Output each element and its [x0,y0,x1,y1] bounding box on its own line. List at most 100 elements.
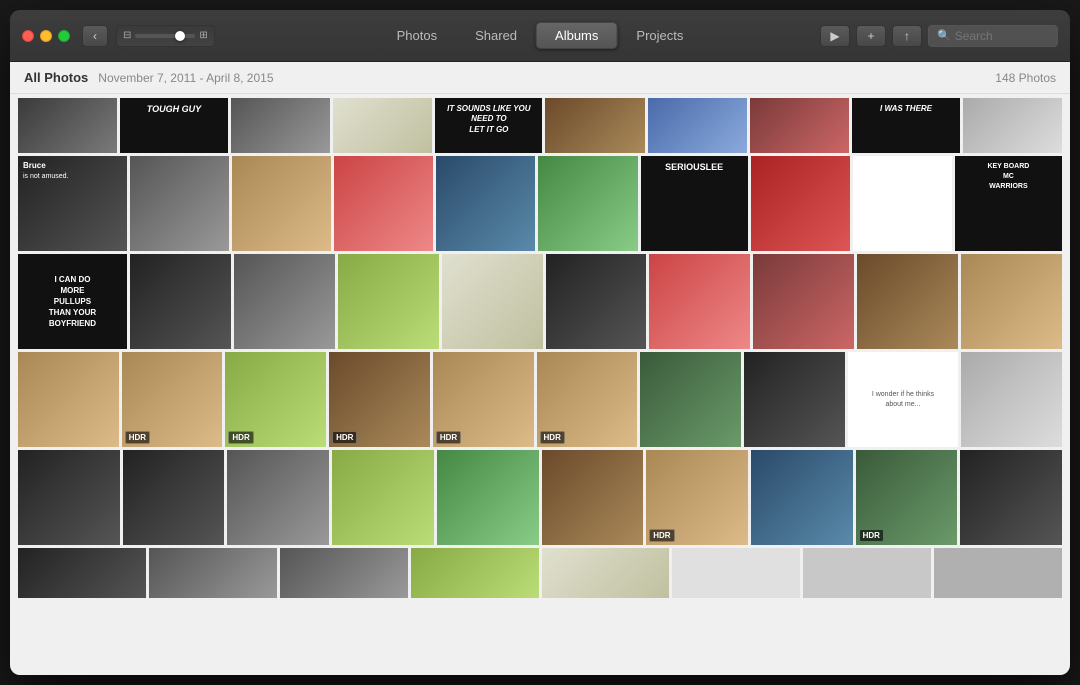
photo-row [18,548,1062,598]
search-input[interactable] [955,29,1049,43]
photo-thumb[interactable] [232,156,331,251]
minimize-button[interactable] [40,30,52,42]
photo-thumb[interactable] [280,548,408,598]
hdr-badge: HDR [125,431,150,444]
hdr-badge: HDR [332,431,357,444]
photo-thumb[interactable] [961,254,1062,349]
photo-thumb[interactable] [442,254,543,349]
photo-thumb[interactable]: KEY BOARDMCWARRIORS [955,156,1062,251]
play-button[interactable]: ▶ [820,25,850,47]
photo-thumb[interactable] [436,156,535,251]
photo-thumb[interactable] [18,98,117,153]
photo-thumb[interactable]: HDR [537,352,638,447]
photo-thumb[interactable]: HDR [433,352,534,447]
photo-thumb[interactable] [640,352,741,447]
photo-thumb[interactable] [18,352,119,447]
photo-thumb[interactable] [231,98,330,153]
play-icon: ▶ [830,29,839,43]
photo-thumb[interactable]: HDR [646,450,748,545]
photo-thumb[interactable] [934,548,1062,598]
share-button[interactable]: ↑ [892,25,922,47]
photo-thumb[interactable]: I WAS THERE [852,98,959,153]
photo-thumb[interactable] [803,548,931,598]
hdr-badge: HDR [540,431,565,444]
photo-row: Bruceis not amused. SERIOUSLEE KEY BOARD… [18,156,1062,251]
breadcrumb-bar: All Photos November 7, 2011 - April 8, 2… [10,62,1070,94]
zoom-slider-area[interactable]: ⊟ ⊞ [116,25,215,47]
photo-thumb[interactable] [750,98,849,153]
photo-thumb[interactable] [18,548,146,598]
zoom-track[interactable] [135,34,195,38]
photo-thumb[interactable] [334,156,433,251]
photo-thumb[interactable] [411,548,539,598]
plus-icon: + [867,29,874,43]
breadcrumb-section: All Photos [24,70,88,85]
photo-thumb[interactable] [130,254,231,349]
breadcrumb-left: All Photos November 7, 2011 - April 8, 2… [24,70,274,85]
photo-thumb[interactable] [753,254,854,349]
photo-thumb[interactable]: IT SOUNDS LIKE YOU NEED TOLET IT GO [435,98,542,153]
photo-thumb[interactable] [546,254,647,349]
photo-thumb[interactable] [751,450,853,545]
photo-thumb[interactable] [338,254,439,349]
add-button[interactable]: + [856,25,886,47]
nav-tabs: Photos Shared Albums Projects [378,22,703,49]
photo-thumb[interactable]: I wonder if he thinksabout me... [848,352,959,447]
search-box[interactable]: 🔍 [928,25,1058,47]
tab-projects[interactable]: Projects [617,22,702,49]
photo-thumb[interactable] [227,450,329,545]
photo-thumb[interactable] [234,254,335,349]
photo-thumb[interactable] [857,254,958,349]
toolbar-right: ▶ + ↑ 🔍 [820,25,1058,47]
photo-thumb[interactable] [333,98,432,153]
search-icon: 🔍 [937,29,951,42]
photo-thumb[interactable] [961,352,1062,447]
hdr-badge: HDR [649,529,674,542]
tab-photos[interactable]: Photos [378,22,456,49]
photo-thumb[interactable]: TOUGH GUY [120,98,227,153]
photo-thumb[interactable]: SERIOUSLEE [641,156,748,251]
photo-thumb[interactable] [538,156,637,251]
photo-thumb[interactable]: I CAN DOMOREPULLUPSTHAN YOURBOYFRIEND [18,254,127,349]
close-button[interactable] [22,30,34,42]
photo-thumb[interactable] [751,156,850,251]
photo-thumb[interactable] [545,98,644,153]
photo-thumb[interactable]: HDR [225,352,326,447]
chevron-left-icon: ‹ [93,29,97,43]
photo-thumb[interactable] [672,548,800,598]
photo-grid[interactable]: TOUGH GUY IT SOUNDS LIKE YOU NEED TOLET … [10,94,1070,675]
tab-albums[interactable]: Albums [536,22,617,49]
tab-shared[interactable]: Shared [456,22,536,49]
photo-thumb[interactable] [648,98,747,153]
hdr-badge: HDR [436,431,461,444]
maximize-button[interactable] [58,30,70,42]
traffic-lights [22,30,70,42]
photo-thumb[interactable] [149,548,277,598]
photo-thumb[interactable] [853,156,952,251]
photo-thumb[interactable] [130,156,229,251]
photo-row: I CAN DOMOREPULLUPSTHAN YOURBOYFRIEND [18,254,1062,349]
photo-thumb[interactable]: HDR [329,352,430,447]
zoom-in-icon: ⊞ [199,30,207,41]
photo-thumb[interactable] [744,352,845,447]
photo-thumb[interactable]: HDR [856,450,958,545]
hdr-badge: HDR [228,431,253,444]
back-button[interactable]: ‹ [82,25,108,47]
photo-thumb[interactable] [542,450,644,545]
photo-thumb[interactable] [542,548,670,598]
photo-row: HDR HDR [18,450,1062,545]
zoom-thumb[interactable] [175,31,185,41]
photo-thumb[interactable] [332,450,434,545]
breadcrumb-dates: November 7, 2011 - April 8, 2015 [98,71,273,85]
photo-thumb[interactable] [963,98,1062,153]
photo-thumb[interactable]: Bruceis not amused. [18,156,127,251]
photo-thumb[interactable] [649,254,750,349]
photo-thumb[interactable] [960,450,1062,545]
photo-thumb[interactable] [123,450,225,545]
photo-thumb[interactable] [18,450,120,545]
zoom-out-icon: ⊟ [123,30,131,41]
share-icon: ↑ [904,29,910,43]
photo-thumb[interactable]: HDR [122,352,223,447]
photo-thumb[interactable] [437,450,539,545]
hdr-badge: HDR [859,529,884,542]
